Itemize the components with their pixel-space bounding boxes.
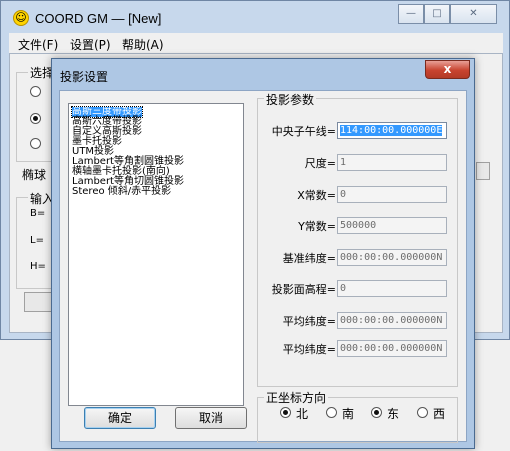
south-label: 南 — [342, 407, 355, 421]
base-latitude-input[interactable]: 000:00:00.000000N — [337, 249, 447, 266]
central-meridian-label: 中央子午线= — [271, 125, 336, 138]
ellipsoid-label: 椭球 — [22, 168, 47, 182]
y-constant-label: Y常数= — [298, 220, 336, 233]
smiley-app-icon: ☺ — [13, 10, 29, 26]
ok-button[interactable]: 确定 — [84, 407, 156, 429]
maximize-button[interactable]: □ — [424, 4, 450, 24]
scale-input[interactable]: 1 — [337, 154, 447, 171]
mean-latitude-2-label: 平均纬度= — [282, 343, 336, 356]
radio-east[interactable] — [371, 407, 382, 418]
west-label: 西 — [433, 407, 446, 421]
radio-north[interactable] — [280, 407, 291, 418]
main-partial-button[interactable] — [24, 292, 54, 312]
dialog-title: 投影设置 — [60, 70, 109, 84]
main-close-button[interactable]: ✕ — [450, 4, 497, 24]
projection-list[interactable]: 高斯三度带投影 高斯六度带投影 自定义高斯投影 墨卡托投影 UTM投影 Lamb… — [68, 103, 244, 406]
main-radio-1[interactable] — [30, 86, 41, 97]
menu-file[interactable]: 文件(F) — [18, 36, 58, 53]
direction-group-title: 正坐标方向 — [264, 389, 329, 406]
projection-elevation-input[interactable]: 0 — [337, 280, 447, 297]
menu-settings[interactable]: 设置(P) — [70, 36, 111, 53]
projection-elevation-label: 投影面高程= — [271, 283, 336, 296]
menu-help[interactable]: 帮助(A) — [122, 36, 164, 53]
l-label: L= — [30, 235, 44, 246]
central-meridian-input[interactable]: 114:00:00.000000E — [337, 122, 447, 139]
menu-bar: 文件(F) 设置(P) 帮助(A) — [9, 33, 503, 53]
x-constant-label: X常数= — [297, 189, 336, 202]
b-label: B= — [30, 208, 46, 219]
north-label: 北 — [296, 407, 309, 421]
mean-latitude-2-input[interactable]: 000:00:00.000000N — [337, 340, 447, 357]
base-latitude-label: 基准纬度= — [282, 252, 336, 265]
y-constant-input[interactable]: 500000 — [337, 217, 447, 234]
h-label: H= — [30, 261, 46, 272]
main-window-title: COORD GM — [New] — [35, 11, 162, 26]
east-label: 东 — [387, 407, 400, 421]
dialog-client-area: 高斯三度带投影 高斯六度带投影 自定义高斯投影 墨卡托投影 UTM投影 Lamb… — [59, 90, 467, 443]
radio-west[interactable] — [417, 407, 428, 418]
dialog-close-button[interactable]: x — [425, 60, 470, 79]
main-radio-3[interactable] — [30, 138, 41, 149]
main-radio-2[interactable] — [30, 113, 41, 124]
scale-label: 尺度= — [304, 157, 336, 170]
x-constant-input[interactable]: 0 — [337, 186, 447, 203]
ellipsoid-dropdown-arrow[interactable] — [476, 162, 490, 180]
radio-south[interactable] — [326, 407, 337, 418]
minimize-button[interactable]: — — [398, 4, 424, 24]
mean-latitude-input[interactable]: 000:00:00.000000N — [337, 312, 447, 329]
cancel-button[interactable]: 取消 — [175, 407, 247, 429]
projection-item[interactable]: Stereo 倾斜/赤平投影 — [72, 187, 171, 197]
main-title-bar: ☺ COORD GM — [New] — □ ✕ — [9, 3, 503, 33]
params-group-title: 投影参数 — [264, 91, 317, 108]
projection-settings-dialog: 投影设置 x 高斯三度带投影 高斯六度带投影 自定义高斯投影 墨卡托投影 UTM… — [51, 58, 475, 449]
mean-latitude-label: 平均纬度= — [282, 315, 336, 328]
